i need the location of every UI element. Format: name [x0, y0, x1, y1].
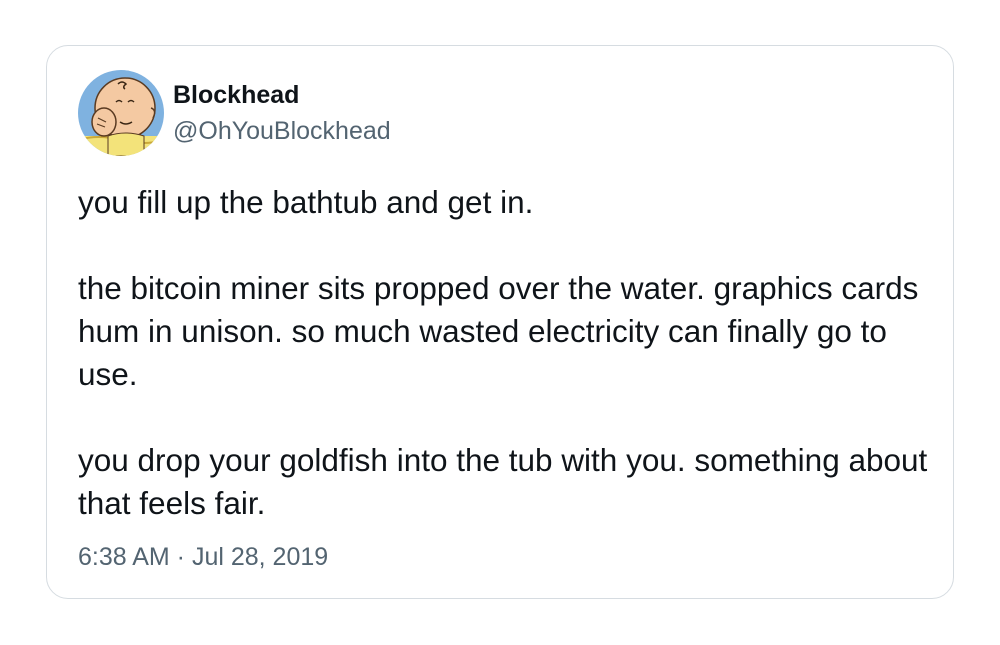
author-handle[interactable]: @OhYouBlockhead — [173, 117, 391, 146]
tweet-paragraph: you drop your goldfish into the tub with… — [78, 442, 928, 521]
charlie-brown-avatar-icon — [78, 70, 164, 156]
tweet-timestamp[interactable]: 6:38 AM · Jul 28, 2019 — [78, 543, 328, 572]
avatar[interactable] — [78, 70, 164, 156]
tweet-text: you fill up the bathtub and get in. the … — [78, 181, 938, 525]
tweet-paragraph: you fill up the bathtub and get in. — [78, 184, 534, 220]
tweet-card: Blockhead @OhYouBlockhead you fill up th… — [46, 45, 954, 599]
tweet-paragraph: the bitcoin miner sits propped over the … — [78, 270, 919, 392]
author-display-name[interactable]: Blockhead — [173, 81, 299, 110]
